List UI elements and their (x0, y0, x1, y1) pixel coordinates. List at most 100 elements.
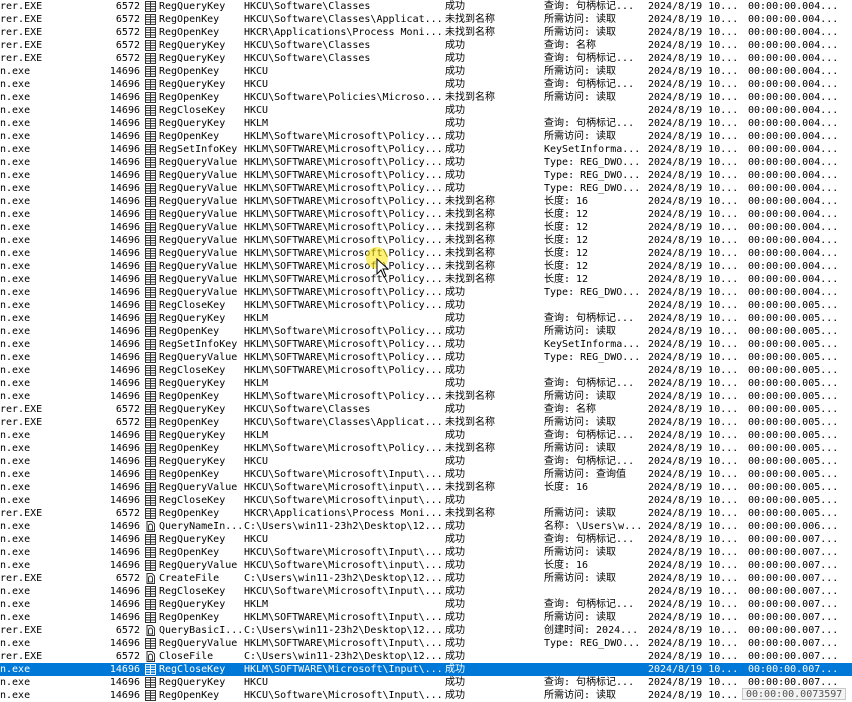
table-row[interactable]: rer.EXE 6572 CreateFile C:\Users\win11-23h2… (0, 572, 852, 585)
table-row[interactable]: rer.EXE 6572 RegOpenKey HKCU\Software\Class… (0, 13, 852, 26)
table-row[interactable]: n.exe 14696 RegCloseKey HKCU\Software\Micro… (0, 494, 852, 507)
process-name-cell: rer.EXE (0, 404, 43, 415)
table-row[interactable]: rer.EXE 6572 RegOpenKey HKCR\Applications\P… (0, 507, 852, 520)
result-cell: 成功 (445, 183, 465, 194)
table-row[interactable]: n.exe 14696 RegOpenKey HKLM\SOFTWARE\Micros… (0, 611, 852, 624)
time-cell: 2024/8/19 10... (648, 534, 739, 545)
registry-icon (145, 495, 157, 506)
table-row[interactable]: n.exe 14696 RegSetInfoKey HKLM\SOFTWARE\Mic… (0, 338, 852, 351)
table-row[interactable]: n.exe 14696 RegOpenKey HKCU\Software\Polici… (0, 91, 852, 104)
table-row[interactable]: n.exe 14696 RegQueryKey HKLM 成功 查询: 句柄标记... 20… (0, 117, 852, 130)
time-cell: 2024/8/19 10... (648, 560, 739, 571)
table-row[interactable]: n.exe 14696 RegOpenKey HKCU\Software\Micros… (0, 689, 852, 702)
table-row[interactable]: n.exe 14696 RegQueryKey HKCU 成功 查询: 句柄标记... 20… (0, 676, 852, 689)
detail-cell: 所需访问: 读取 (544, 508, 617, 519)
table-row[interactable]: n.exe 14696 RegQueryValue HKLM\SOFTWARE\Mic… (0, 247, 852, 260)
detail-cell: 长度: 12 (544, 274, 589, 285)
table-row[interactable]: n.exe 14696 RegQueryValue HKLM\SOFTWARE\Mic… (0, 234, 852, 247)
pid-cell: 14696 (109, 586, 140, 597)
pid-cell: 14696 (109, 118, 140, 129)
table-row[interactable]: n.exe 14696 RegCloseKey HKLM\SOFTWARE\Micro… (0, 364, 852, 377)
table-row[interactable]: n.exe 14696 RegOpenKey HKLM\Software\Micros… (0, 390, 852, 403)
table-row[interactable]: n.exe 14696 RegQueryKey HKCU 成功 查询: 句柄标记... 20… (0, 78, 852, 91)
table-row[interactable]: n.exe 14696 RegQueryValue HKLM\SOFTWARE\Mic… (0, 286, 852, 299)
table-row[interactable]: n.exe 14696 RegQueryValue HKLM\SOFTWARE\Mic… (0, 273, 852, 286)
pid-cell: 6572 (115, 404, 140, 415)
table-row[interactable]: n.exe 14696 RegQueryValue HKLM\SOFTWARE\Mic… (0, 182, 852, 195)
table-row[interactable]: n.exe 14696 RegQueryValue HKLM\SOFTWARE\Mic… (0, 156, 852, 169)
result-cell: 未找到名称 (445, 27, 495, 38)
registry-icon (145, 170, 157, 181)
table-row[interactable]: n.exe 14696 RegCloseKey HKLM\SOFTWARE\Micro… (0, 663, 852, 676)
pid-cell: 14696 (109, 300, 140, 311)
table-row[interactable]: n.exe 14696 RegQueryKey HKCU 成功 查询: 句柄标记... 20… (0, 455, 852, 468)
time-cell: 2024/8/19 10... (648, 690, 739, 701)
table-row[interactable]: n.exe 14696 RegQueryKey HKLM 成功 查询: 句柄标记... 20… (0, 598, 852, 611)
result-cell: 成功 (445, 469, 465, 480)
operation-cell: RegQueryValue (159, 560, 238, 571)
table-row[interactable]: rer.EXE 6572 RegOpenKey HKCR\Applications\P… (0, 26, 852, 39)
table-row[interactable]: n.exe 14696 RegQueryValue HKCU\Software\Mic… (0, 559, 852, 572)
table-row[interactable]: n.exe 14696 RegCloseKey HKCU\Software\Micro… (0, 585, 852, 598)
table-row[interactable]: n.exe 14696 RegQueryValue HKLM\SOFTWARE\Mic… (0, 169, 852, 182)
detail-cell: 长度: 12 (544, 261, 589, 272)
table-row[interactable]: n.exe 14696 RegQueryValue HKCU\Software\Mic… (0, 481, 852, 494)
pid-cell: 14696 (109, 599, 140, 610)
table-row[interactable]: n.exe 14696 RegQueryValue HKLM\SOFTWARE\Mic… (0, 637, 852, 650)
process-name-cell: n.exe (0, 287, 31, 298)
table-row[interactable]: rer.EXE 6572 RegQueryKey HKCU\Software\Clas… (0, 52, 852, 65)
table-row[interactable]: n.exe 14696 RegOpenKey HKLM\Software\Micros… (0, 325, 852, 338)
table-row[interactable]: n.exe 14696 RegQueryValue HKLM\SOFTWARE\Mic… (0, 260, 852, 273)
table-row[interactable]: n.exe 14696 RegQueryKey HKLM 成功 查询: 句柄标记... 20… (0, 312, 852, 325)
table-row[interactable]: n.exe 14696 RegOpenKey HKCU\Software\Micros… (0, 546, 852, 559)
table-row[interactable]: n.exe 14696 QueryNameIn... C:\Users\win11-2… (0, 520, 852, 533)
time-cell: 2024/8/19 10... (648, 352, 739, 363)
table-row[interactable]: n.exe 14696 RegQueryKey HKLM 成功 查询: 句柄标记... 20… (0, 377, 852, 390)
registry-icon (145, 664, 157, 675)
registry-icon (145, 352, 157, 363)
table-row[interactable]: n.exe 14696 RegQueryKey HKCU 成功 查询: 句柄标记... 20… (0, 533, 852, 546)
registry-icon (145, 365, 157, 376)
detail-cell: 长度: 12 (544, 248, 589, 259)
table-row[interactable]: n.exe 14696 RegCloseKey HKCU 成功 2024/8/19 10.… (0, 104, 852, 117)
table-row[interactable]: n.exe 14696 RegSetInfoKey HKLM\SOFTWARE\Mic… (0, 143, 852, 156)
table-row[interactable]: n.exe 14696 RegQueryValue HKLM\SOFTWARE\Mic… (0, 195, 852, 208)
pid-cell: 14696 (109, 157, 140, 168)
table-row[interactable]: rer.EXE 6572 CloseFile C:\Users\win11-23h2\… (0, 650, 852, 663)
path-cell: HKLM\Software\Microsoft\Policy... (244, 443, 442, 454)
result-cell: 成功 (445, 521, 465, 532)
detail-cell: 名称: \Users\w... (544, 521, 643, 532)
path-cell: HKLM\SOFTWARE\Microsoft\Policy... (244, 235, 442, 246)
table-row[interactable]: n.exe 14696 RegOpenKey HKCU 成功 所需访问: 读取 2024/8… (0, 65, 852, 78)
duration-cell: 00:00:00.004... (748, 183, 839, 194)
table-row[interactable]: n.exe 14696 RegOpenKey HKCU\Software\Micros… (0, 468, 852, 481)
pid-cell: 6572 (115, 1, 140, 12)
time-cell: 2024/8/19 10... (648, 625, 739, 636)
table-row[interactable]: rer.EXE 6572 RegOpenKey HKCU\Software\Class… (0, 416, 852, 429)
table-row[interactable]: n.exe 14696 RegQueryValue HKLM\SOFTWARE\Mic… (0, 221, 852, 234)
path-cell: HKCU (244, 105, 269, 116)
table-row[interactable]: rer.EXE 6572 RegQueryKey HKCU\Software\Clas… (0, 403, 852, 416)
duration-cell: 00:00:00.007... (748, 599, 839, 610)
pid-cell: 14696 (109, 443, 140, 454)
table-row[interactable]: n.exe 14696 RegQueryValue HKLM\SOFTWARE\Mic… (0, 208, 852, 221)
table-row[interactable]: n.exe 14696 RegOpenKey HKLM\Software\Micros… (0, 130, 852, 143)
registry-icon (145, 417, 157, 428)
event-list[interactable]: rer.EXE 6572 RegQueryKey HKCU\Software\Clas… (0, 0, 852, 702)
operation-cell: RegOpenKey (159, 66, 220, 77)
table-row[interactable]: n.exe 14696 RegQueryValue HKLM\SOFTWARE\Mic… (0, 351, 852, 364)
time-cell: 2024/8/19 10... (648, 677, 739, 688)
table-row[interactable]: rer.EXE 6572 RegQueryKey HKCU\Software\Clas… (0, 39, 852, 52)
result-cell: 未找到名称 (445, 209, 495, 220)
table-row[interactable]: n.exe 14696 RegOpenKey HKLM\Software\Micros… (0, 442, 852, 455)
table-row[interactable]: rer.EXE 6572 QueryBasicI... C:\Users\win11-… (0, 624, 852, 637)
operation-cell: RegQueryValue (159, 248, 238, 259)
path-cell: HKLM\Software\Microsoft\Policy... (244, 131, 442, 142)
operation-cell: RegQueryValue (159, 183, 238, 194)
table-row[interactable]: n.exe 14696 RegQueryKey HKLM 成功 查询: 句柄标记... 20… (0, 429, 852, 442)
pid-cell: 14696 (109, 430, 140, 441)
registry-icon (145, 378, 157, 389)
operation-cell: RegOpenKey (159, 443, 220, 454)
table-row[interactable]: rer.EXE 6572 RegQueryKey HKCU\Software\Clas… (0, 0, 852, 13)
table-row[interactable]: n.exe 14696 RegCloseKey HKLM\SOFTWARE\Micro… (0, 299, 852, 312)
